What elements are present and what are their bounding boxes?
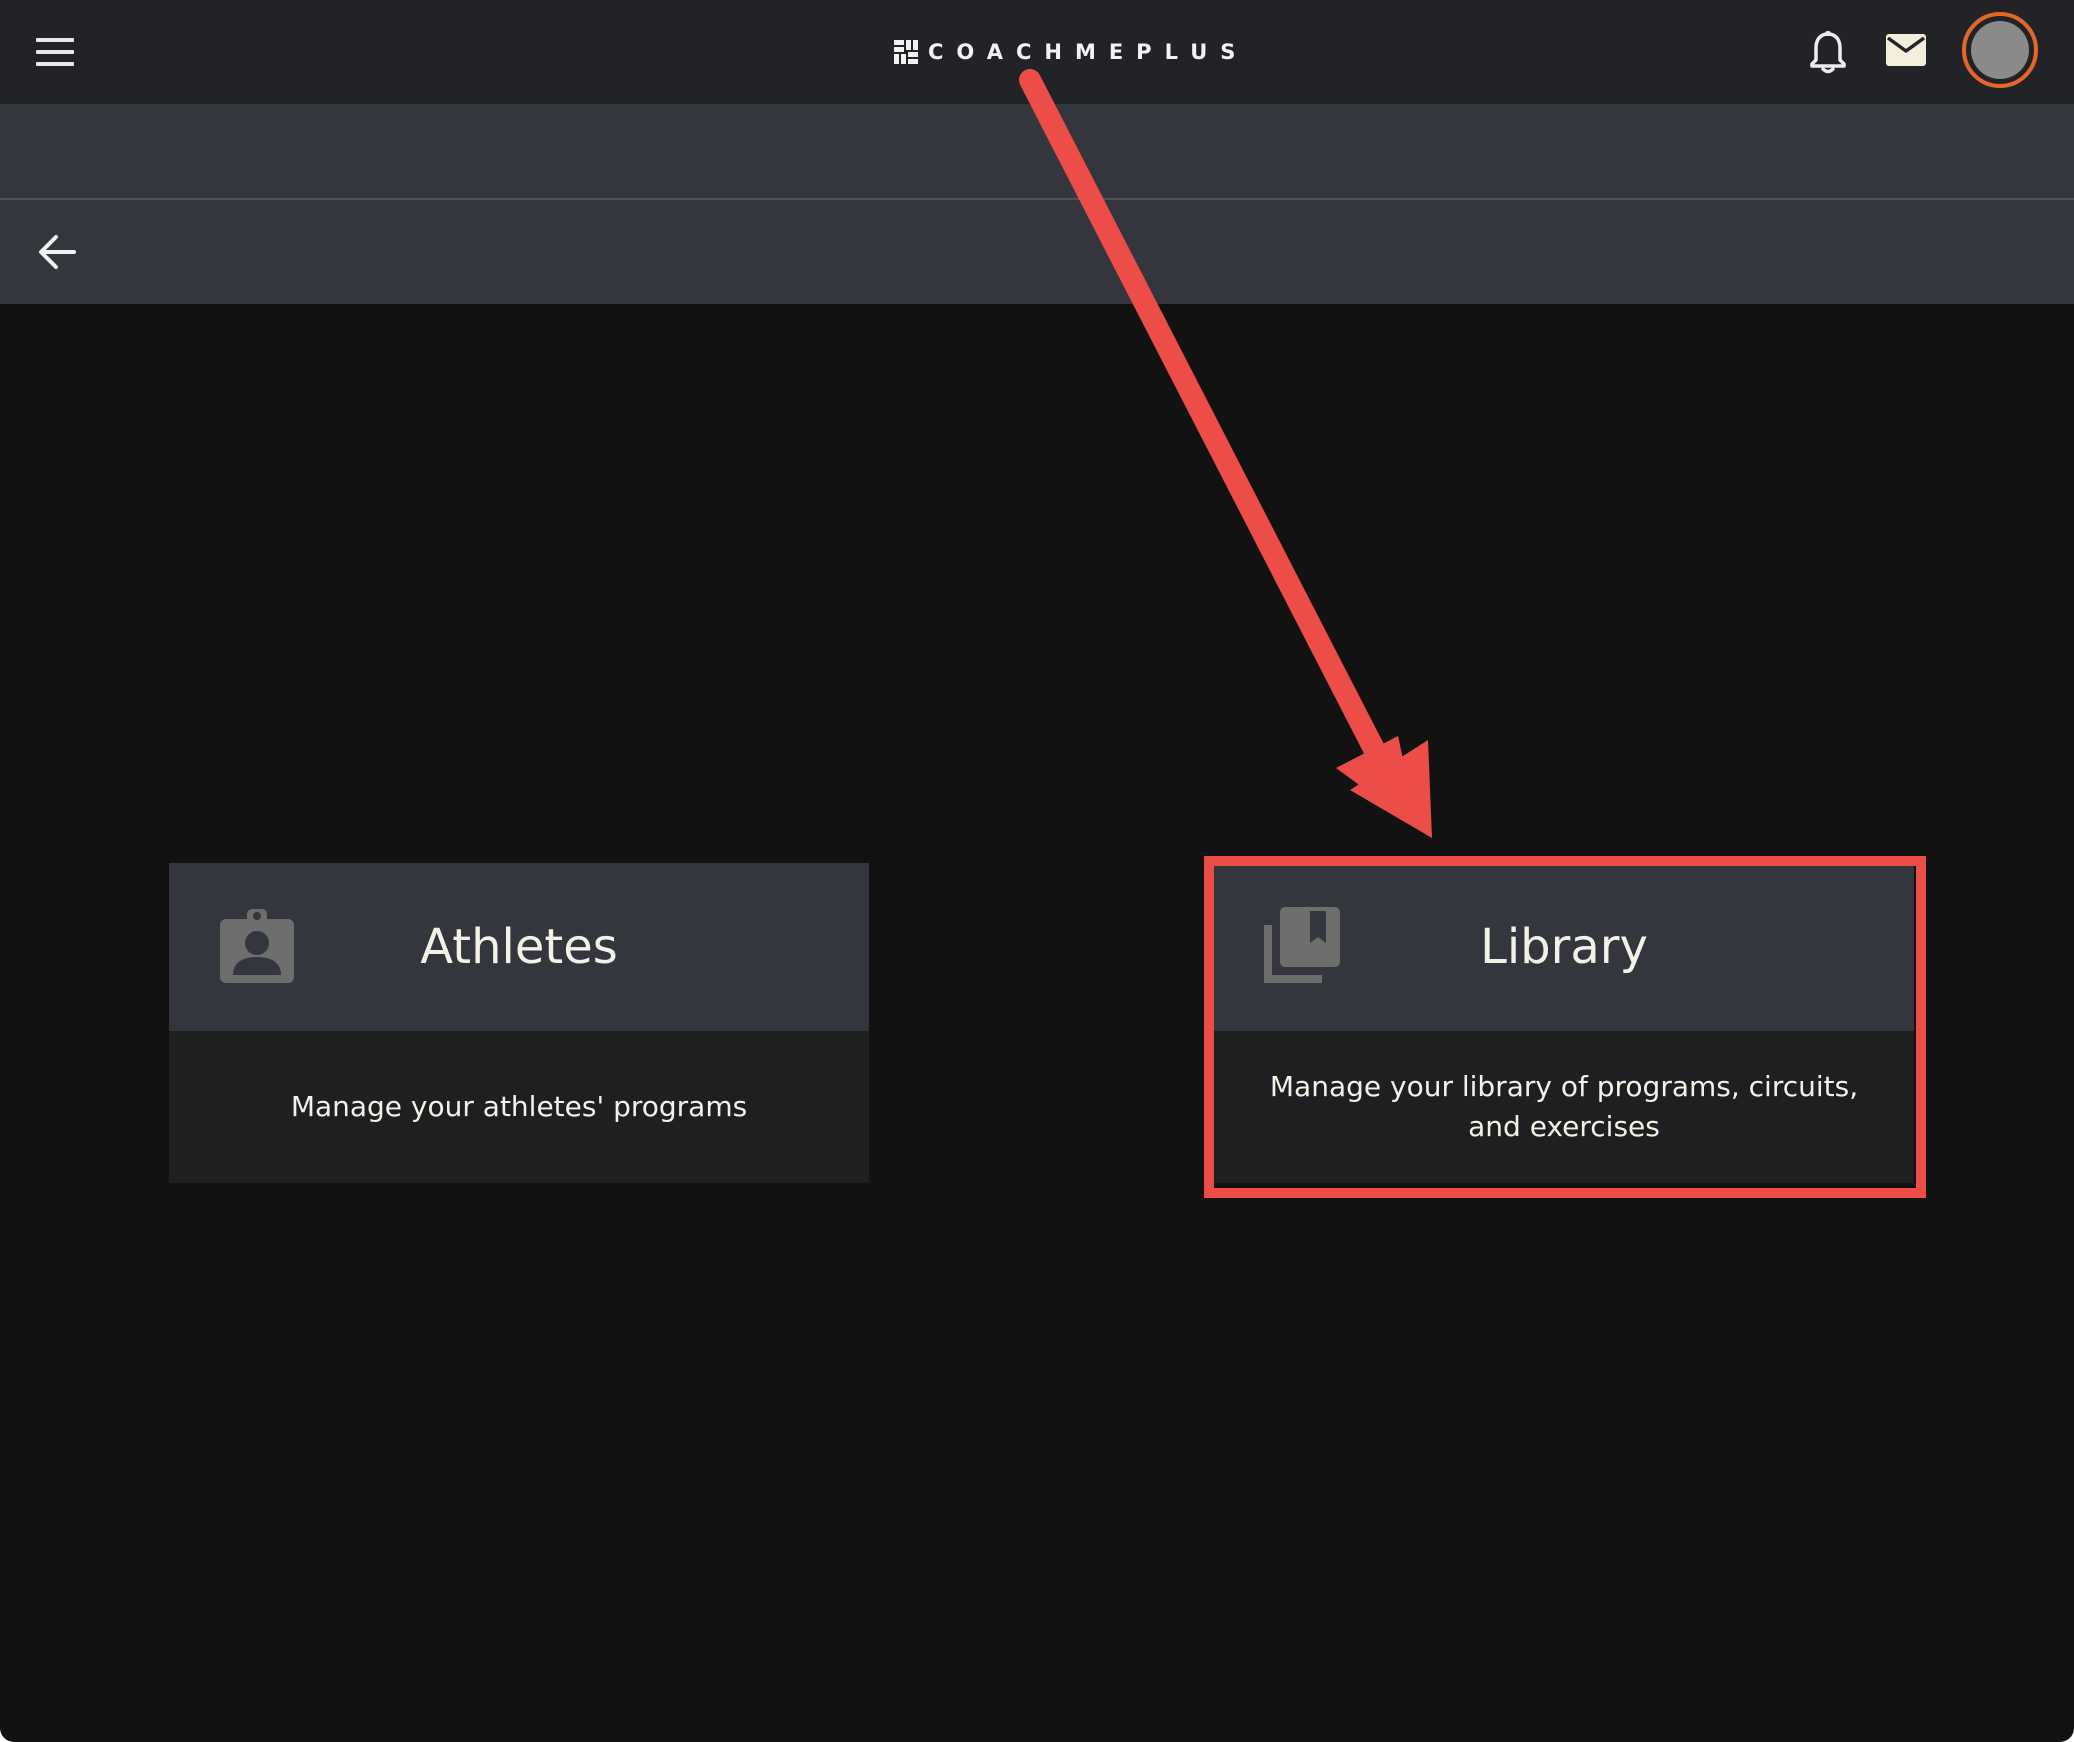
brand-name: COACHMEPLUS (928, 40, 1249, 64)
app-window: COACHMEPLUS Athletes Manage your athlete… (0, 0, 2074, 1742)
library-card-header: Library (1214, 863, 1914, 1031)
card-title: Athletes (420, 919, 618, 975)
card-description: Manage your athletes' programs (290, 1090, 748, 1123)
user-avatar[interactable] (1962, 12, 2038, 88)
hamburger-menu-icon[interactable] (36, 34, 76, 70)
library-card[interactable]: Library Manage your library of programs,… (1214, 863, 1914, 1183)
arrow-left-icon[interactable] (36, 232, 78, 272)
envelope-icon[interactable] (1884, 32, 1928, 70)
athletes-card[interactable]: Athletes Manage your athletes' programs (169, 863, 869, 1183)
brand-logo-icon (894, 40, 918, 64)
card-description: Manage your library of programs, circuit… (1269, 1070, 1859, 1143)
subheader-divider (0, 198, 2074, 200)
avatar-image (1971, 21, 2029, 79)
athletes-card-header: Athletes (169, 863, 869, 1031)
card-title: Library (1480, 919, 1648, 975)
page-subheader (0, 104, 2074, 304)
brand-logo[interactable]: COACHMEPLUS (894, 36, 1248, 68)
bell-icon[interactable] (1808, 30, 1848, 74)
top-navigation-bar: COACHMEPLUS (0, 0, 2074, 104)
